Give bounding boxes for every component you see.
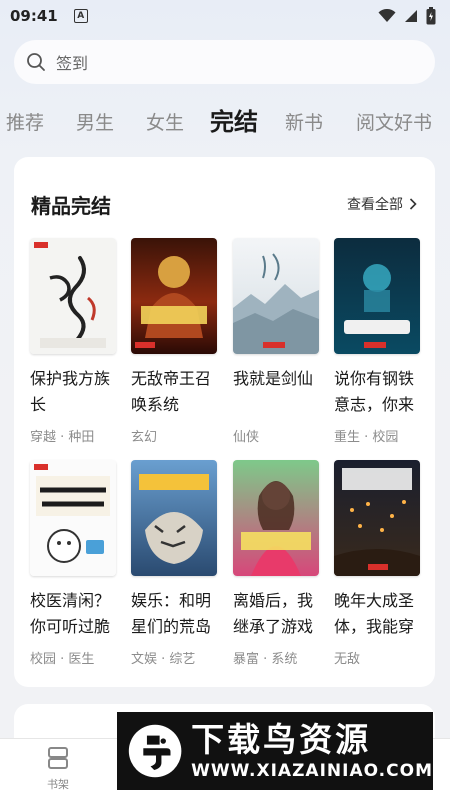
- search-input[interactable]: 签到: [14, 40, 435, 84]
- category-tabs: 推荐 男生 女生 完结 新书 阅文好书: [0, 100, 450, 140]
- book-tags: 穿越 · 种田: [30, 430, 95, 445]
- wifi-icon: [378, 9, 396, 22]
- book-item[interactable]: 晚年大成圣体，我能穿 无敌: [334, 460, 424, 667]
- book-title: 娱乐：和明星们的荒岛: [131, 591, 212, 636]
- book-item[interactable]: 我就是剑仙 仙侠: [233, 238, 323, 445]
- see-all-link[interactable]: 查看全部: [347, 194, 417, 214]
- tab-new-books[interactable]: 新书: [285, 108, 323, 135]
- status-time: 09:41: [10, 7, 58, 25]
- book-title: 离婚后，我继承了游戏: [233, 591, 314, 636]
- book-item[interactable]: 无敌帝王召唤系统 玄幻: [131, 238, 221, 445]
- see-all-label: 查看全部: [347, 197, 403, 213]
- watermark-banner: 下载鸟资源 WWW.XIAZAINIAO.COM: [117, 712, 433, 790]
- chevron-right-icon: [409, 198, 417, 210]
- book-tags: 文娱 · 综艺: [131, 652, 196, 667]
- book-item[interactable]: 校医清闲？你可听过脆 校园 · 医生: [30, 460, 120, 667]
- book-cover[interactable]: [30, 238, 116, 354]
- book-item[interactable]: 说你有钢铁意志，你来 重生 · 校园: [334, 238, 424, 445]
- search-placeholder: 签到: [56, 54, 89, 73]
- book-cover[interactable]: [334, 460, 420, 576]
- battery-icon: [426, 7, 436, 25]
- book-tags: 玄幻: [131, 430, 158, 445]
- tab-male[interactable]: 男生: [76, 108, 114, 135]
- book-cover[interactable]: [131, 238, 217, 354]
- book-title: 校医清闲？你可听过脆: [30, 591, 111, 636]
- book-tags: 校园 · 医生: [30, 652, 95, 667]
- watermark-url: WWW.XIAZAINIAO.COM: [191, 761, 433, 781]
- book-cover[interactable]: [30, 460, 116, 576]
- signal-icon: [405, 10, 417, 22]
- book-tags: 无敌: [334, 652, 361, 667]
- book-title: 保护我方族长: [30, 369, 111, 414]
- book-cover[interactable]: [233, 460, 319, 576]
- bookshelf-icon: [48, 747, 68, 769]
- book-cover[interactable]: [131, 460, 217, 576]
- book-cover[interactable]: [233, 238, 319, 354]
- book-item[interactable]: 保护我方族长 穿越 · 种田: [30, 238, 120, 445]
- watermark-text: 下载鸟资源 WWW.XIAZAINIAO.COM: [191, 720, 433, 782]
- notification-icon: A: [73, 9, 88, 23]
- book-tags: 仙侠: [233, 430, 260, 445]
- nav-bookshelf-label: 书架: [47, 778, 69, 791]
- book-item[interactable]: 离婚后，我继承了游戏 暴富 · 系统: [233, 460, 323, 667]
- status-icons: [378, 7, 436, 25]
- book-tags: 暴富 · 系统: [233, 652, 298, 667]
- nav-bookshelf[interactable]: 书架: [28, 745, 88, 792]
- tab-recommend[interactable]: 推荐: [6, 108, 44, 135]
- book-title: 我就是剑仙: [233, 369, 314, 388]
- status-bar: 09:41 A: [0, 0, 450, 32]
- section-title: 精品完结: [31, 194, 111, 218]
- watermark-brand: 下载鸟资源: [191, 720, 372, 759]
- book-tags: 重生 · 校园: [334, 430, 399, 445]
- book-item[interactable]: 娱乐：和明星们的荒岛 文娱 · 综艺: [131, 460, 221, 667]
- tab-completed[interactable]: 完结: [210, 102, 258, 137]
- book-title: 无敌帝王召唤系统: [131, 369, 212, 414]
- completed-books-card: 精品完结 查看全部 保护我方族长 穿越 · 种田 无敌帝王召唤系统 玄幻 我就是…: [14, 157, 435, 687]
- tab-yuewen-picks[interactable]: 阅文好书: [356, 108, 432, 135]
- bird-logo-icon: [128, 724, 182, 778]
- book-title: 说你有钢铁意志，你来: [334, 369, 415, 414]
- search-icon: [27, 53, 45, 71]
- book-title: 晚年大成圣体，我能穿: [334, 591, 415, 636]
- tab-female[interactable]: 女生: [146, 108, 184, 135]
- book-cover[interactable]: [334, 238, 420, 354]
